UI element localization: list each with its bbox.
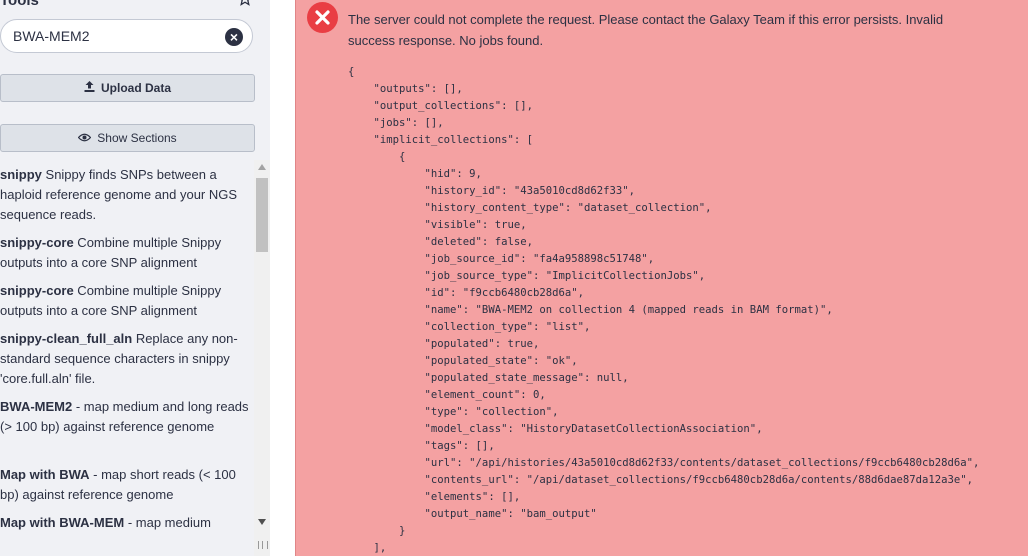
json-line: "id": "f9ccb6480cb28d6a", [348, 287, 584, 299]
tool-item-snippy-core[interactable]: snippy-core Combine multiple Snippy outp… [0, 233, 250, 273]
tool-item-bwa-mem2[interactable]: BWA-MEM2 - map medium and long reads (> … [0, 397, 250, 437]
json-line: "collection_type": "list", [348, 321, 591, 333]
json-line: { [348, 66, 355, 78]
json-line: "model_class": "HistoryDatasetCollection… [348, 423, 763, 435]
json-line: "job_source_id": "fa4a958898c51748", [348, 253, 655, 265]
tool-name: Map with BWA [0, 467, 90, 482]
scroll-up-arrow-icon[interactable] [258, 164, 266, 170]
scrollbar-thumb[interactable] [256, 178, 268, 252]
upload-data-label: Upload Data [100, 81, 171, 95]
tool-list-scrollbar[interactable] [254, 160, 270, 556]
upload-icon [84, 75, 95, 101]
json-line: "name": "BWA-MEM2 on collection 4 (mappe… [348, 304, 833, 316]
tool-item-map-with-bwa-mem[interactable]: Map with BWA-MEM - map medium [0, 513, 250, 533]
error-json-response: { "outputs": [], "output_collections": [… [348, 64, 979, 557]
error-message-box: The server could not complete the reques… [295, 0, 1028, 556]
json-line: "output_name": "bam_output" [348, 508, 597, 520]
json-line: "tags": [], [348, 440, 495, 452]
clear-circle-icon[interactable]: × [225, 28, 243, 46]
resize-grip-icon[interactable] [258, 541, 268, 549]
json-line: { [348, 151, 406, 163]
tool-list: snippy Snippy finds SNPs between a haplo… [0, 163, 254, 556]
tool-item-map-with-bwa[interactable]: Map with BWA - map short reads (< 100 bp… [0, 465, 250, 505]
json-line: "url": "/api/histories/43a5010cd8d62f33/… [348, 457, 980, 469]
error-x-circle-icon [307, 2, 338, 33]
tool-panel: Tools × Upload Data Show Sections snippy… [0, 0, 270, 556]
tool-name: Map with BWA-MEM [0, 515, 125, 530]
tool-panel-title: Tools [0, 0, 39, 9]
json-line: "output_collections": [], [348, 100, 533, 112]
tool-item-snippy-clean-full-aln[interactable]: snippy-clean_full_aln Replace any non-st… [0, 329, 250, 389]
json-line: "type": "collection", [348, 406, 559, 418]
json-line: "implicit_collections": [ [348, 134, 533, 146]
tool-search-box: × [0, 19, 253, 53]
json-line: "elements": [], [348, 491, 521, 503]
json-line: "visible": true, [348, 219, 527, 231]
json-line: "history_id": "43a5010cd8d62f33", [348, 185, 636, 197]
tool-name: snippy-core [0, 283, 74, 298]
eye-icon [77, 125, 92, 151]
json-line: "populated": true, [348, 338, 540, 350]
tool-name: BWA-MEM2 [0, 399, 73, 414]
show-sections-label: Show Sections [97, 131, 177, 145]
tool-search-input[interactable] [13, 28, 213, 44]
error-message-text: The server could not complete the reques… [348, 12, 944, 48]
panel-divider [270, 0, 295, 556]
json-line: "hid": 9, [348, 168, 482, 180]
tool-name: snippy [0, 167, 42, 182]
tool-name: snippy-core [0, 235, 74, 250]
json-line: "history_content_type": "dataset_collect… [348, 202, 712, 214]
star-outline-icon[interactable] [238, 0, 252, 6]
tool-item-snippy[interactable]: snippy Snippy finds SNPs between a haplo… [0, 165, 250, 225]
upload-data-button[interactable]: Upload Data [0, 74, 255, 102]
show-sections-button[interactable]: Show Sections [0, 124, 255, 152]
json-line: "populated_state_message": null, [348, 372, 629, 384]
tool-description: - map medium [124, 515, 211, 530]
json-line: "deleted": false, [348, 236, 533, 248]
json-line: "jobs": [], [348, 117, 444, 129]
json-line: "element_count": 0, [348, 389, 546, 401]
json-line: "job_source_type": "ImplicitCollectionJo… [348, 270, 706, 282]
scroll-down-arrow-icon[interactable] [258, 519, 266, 525]
json-line: "outputs": [], [348, 83, 463, 95]
json-line: ], [348, 542, 387, 554]
json-line: "contents_url": "/api/dataset_collection… [348, 474, 974, 486]
json-line: "populated_state": "ok", [348, 355, 578, 367]
tool-item-snippy-core-2[interactable]: snippy-core Combine multiple Snippy outp… [0, 281, 250, 321]
tool-name: snippy-clean_full_aln [0, 331, 133, 346]
json-line: } [348, 525, 406, 537]
